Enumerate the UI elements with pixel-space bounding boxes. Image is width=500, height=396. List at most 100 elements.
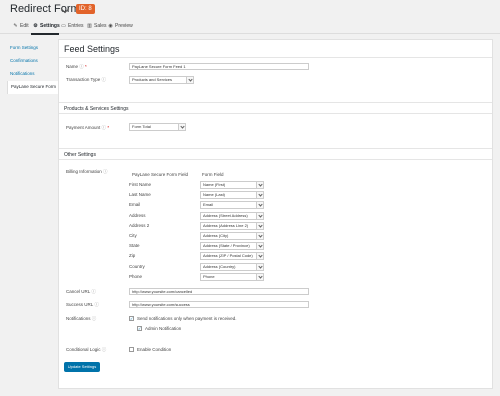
help-icon: ⓘ xyxy=(101,77,107,82)
billing-field-select[interactable]: Address (City) xyxy=(200,232,264,240)
enable-condition-label: Enable Condition xyxy=(137,347,172,352)
billing-field-value: Email xyxy=(203,202,214,208)
feed-settings-panel: Feed Settings Name ⓘ * PayLane Secure Fo… xyxy=(58,39,493,389)
billing-field-select[interactable]: Address (Street Address) xyxy=(200,211,264,220)
billing-field-value: Address (City) xyxy=(203,233,229,238)
billing-field-select[interactable]: Address (Country) xyxy=(200,262,264,271)
help-icon: ⓘ xyxy=(91,316,97,321)
billing-field-label: First Name xyxy=(129,182,152,187)
chevron-down-icon xyxy=(186,77,193,83)
chevron-down-icon xyxy=(256,182,263,188)
divider xyxy=(59,102,492,103)
edit-icon: ✎ xyxy=(13,22,18,29)
billing-field-label: Country xyxy=(129,263,145,269)
cancel-url-label: Cancel URL ⓘ xyxy=(66,289,96,294)
chevron-down-icon xyxy=(256,263,263,270)
billing-field-label: Email xyxy=(129,202,141,208)
name-label: Name ⓘ * xyxy=(66,64,87,69)
help-icon: ⓘ xyxy=(101,125,107,130)
payment-amount-label: Payment Amount ⓘ * xyxy=(66,125,110,130)
edit-tab[interactable]: ✎ Edit xyxy=(13,22,28,29)
billing-field-label: Last Name xyxy=(129,192,151,198)
billing-field-label: City xyxy=(129,233,137,238)
cancel-url-input[interactable]: http://www.yoursite.com/cancelled xyxy=(129,288,309,295)
preview-tab[interactable]: ◉ Preview xyxy=(108,22,132,29)
divider xyxy=(59,57,492,58)
admin-notification-checkbox[interactable]: ✓ xyxy=(137,326,142,331)
settings-sidebar: Form Settings Confirmations Notification… xyxy=(7,42,58,94)
billing-col-header: Form Field xyxy=(202,172,224,177)
billing-field-select[interactable]: Name (First) xyxy=(200,181,264,189)
notifications-checkbox[interactable]: ✓ xyxy=(129,316,134,321)
notifications-option-label: Send notifications only when payment is … xyxy=(137,316,237,321)
billing-field-label: Address xyxy=(129,212,146,218)
billing-field-value: Address (Country) xyxy=(203,263,236,269)
admin-notification-label: Admin Notification xyxy=(145,326,182,331)
billing-field-value: Address (Street Address) xyxy=(203,212,248,218)
form-toolbar: ✎ Edit ⚙ Settings ▭ Entries ▥ Sales ◉ Preview xyxy=(0,20,500,34)
chevron-down-icon xyxy=(256,192,263,199)
enable-condition-checkbox[interactable] xyxy=(129,347,134,352)
eye-icon: ◉ xyxy=(108,22,113,29)
billing-field-select[interactable]: Name (Last) xyxy=(200,191,264,200)
billing-field-select[interactable]: Address (ZIP / Postal Code) xyxy=(200,252,264,261)
chevron-down-icon xyxy=(256,253,263,260)
entries-tab[interactable]: ▭ Entries xyxy=(61,22,83,29)
chart-icon: ▥ xyxy=(87,22,92,29)
billing-field-value: Address (Address Line 2) xyxy=(203,222,249,228)
success-url-label: Success URL ⓘ xyxy=(66,302,99,307)
billing-field-label: Phone xyxy=(129,273,143,279)
help-icon: ⓘ xyxy=(79,64,84,69)
transaction-type-label: Transaction Type ⓘ xyxy=(66,77,107,82)
help-icon: ⓘ xyxy=(103,169,108,174)
billing-field-value: Name (Last) xyxy=(203,192,226,198)
sidebar-item-notifications[interactable]: Notifications xyxy=(7,68,58,81)
billing-field-value: Name (First) xyxy=(203,182,226,187)
active-tab-indicator xyxy=(31,33,59,35)
transaction-type-select[interactable]: Products and Services xyxy=(129,76,194,84)
billing-field-value: Address (State / Province) xyxy=(203,243,250,249)
chevron-down-icon xyxy=(256,233,263,239)
gear-icon: ⚙ xyxy=(33,22,38,29)
form-header: Redirect Form ID: 8 xyxy=(0,0,500,20)
sidebar-item-confirmations[interactable]: Confirmations xyxy=(7,55,58,68)
divider xyxy=(59,159,492,160)
billing-field-select[interactable]: Address (Address Line 2) xyxy=(200,221,264,230)
billing-label: Billing Information ⓘ xyxy=(66,169,108,174)
billing-field-select[interactable]: Phone xyxy=(200,272,264,281)
help-icon: ⓘ xyxy=(101,347,107,352)
divider xyxy=(59,113,492,114)
billing-field-value: Phone xyxy=(203,273,215,279)
success-url-input[interactable]: http://www.yoursite.com/success xyxy=(129,301,309,308)
products-section-title: Products & Services Settings xyxy=(64,106,129,112)
update-settings-button[interactable]: Update Settings xyxy=(64,362,100,372)
name-input[interactable]: PayLane Secure Form Feed 1 xyxy=(129,63,309,70)
sidebar-item-paylane[interactable]: PayLane Secure Form xyxy=(7,81,58,94)
billing-field-label: Zip xyxy=(129,253,136,259)
chevron-down-icon xyxy=(256,222,263,229)
billing-col-header: PayLane Secure Form Field xyxy=(132,172,189,177)
billing-field-label: Address 2 xyxy=(129,222,150,228)
help-icon: ⓘ xyxy=(94,302,99,307)
comment-icon: ▭ xyxy=(61,22,66,29)
sales-tab[interactable]: ▥ Sales xyxy=(87,22,106,29)
payment-amount-select[interactable]: Form Total xyxy=(129,123,186,131)
chevron-down-icon xyxy=(256,273,263,280)
chevron-down-icon xyxy=(178,124,185,130)
billing-field-label: State xyxy=(129,243,140,249)
notifications-label: Notifications ⓘ xyxy=(66,316,97,321)
billing-field-value: Address (ZIP / Postal Code) xyxy=(203,253,253,259)
page-title: Feed Settings xyxy=(64,44,120,54)
divider xyxy=(59,148,492,149)
settings-tab[interactable]: ⚙ Settings xyxy=(33,22,59,29)
chevron-down-icon xyxy=(256,243,263,250)
form-id-badge: ID: 8 xyxy=(76,4,95,14)
billing-field-select[interactable]: Email xyxy=(200,201,264,210)
other-section-title: Other Settings xyxy=(64,152,96,158)
help-icon: ⓘ xyxy=(91,289,96,294)
billing-field-select[interactable]: Address (State / Province) xyxy=(200,242,264,251)
sidebar-item-form-settings[interactable]: Form Settings xyxy=(7,42,58,55)
conditional-logic-label: Conditional Logic ⓘ xyxy=(66,347,107,352)
chevron-down-icon xyxy=(256,202,263,209)
chevron-down-icon xyxy=(256,212,263,219)
